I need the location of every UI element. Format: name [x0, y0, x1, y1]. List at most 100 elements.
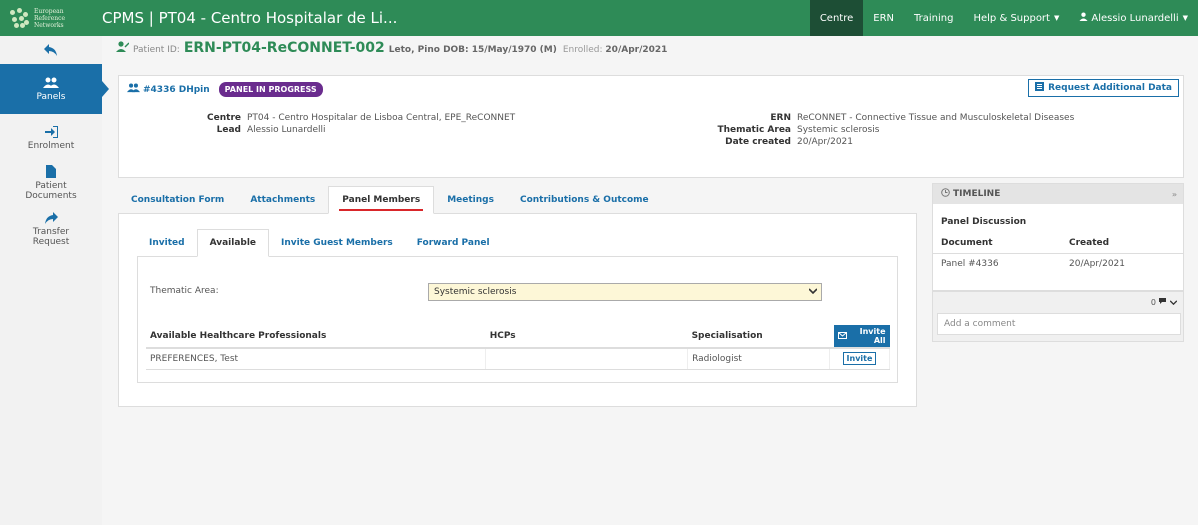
centre-field: Centre PT04 - Centro Hospitalar de Lisboa… [179, 113, 515, 124]
table-header-row: Available Healthcare Professionals HCPs … [146, 325, 890, 349]
user-icon [1079, 12, 1088, 24]
sign-in-icon [44, 125, 58, 139]
app-title: CPMS | PT04 - Centro Hospitalar de Li... [102, 9, 398, 27]
panel-tabs: Consultation Form Attachments Panel Memb… [118, 186, 917, 214]
tab-meetings[interactable]: Meetings [434, 186, 507, 214]
sidebar-item-label: Request [32, 236, 70, 247]
back-button[interactable] [0, 36, 102, 64]
panel-info-card: #4336 DHpin PANEL IN PROGRESS Request Ad… [118, 75, 1184, 178]
nav-training[interactable]: Training [904, 0, 963, 36]
request-additional-data-button[interactable]: Request Additional Data [1028, 79, 1179, 97]
document-icon [46, 165, 56, 179]
invite-cell: Invite [829, 348, 890, 370]
column-header: Specialisation [687, 325, 830, 349]
nav-user-menu[interactable]: Alessio Lunardelli ▼ [1069, 0, 1198, 36]
chevron-down-icon [808, 287, 818, 296]
hcp-name: PREFERENCES, Test [146, 348, 487, 370]
tab-label: Panel Members [342, 195, 421, 205]
sidebar-item-label: Patient [35, 181, 67, 191]
timeline-header[interactable]: TIMELINE » [933, 184, 1183, 204]
ern-logo-icon [8, 7, 30, 29]
status-badge: PANEL IN PROGRESS [218, 82, 323, 97]
ern-value: ReCONNET - Connective Tissue and Musculo… [797, 113, 1075, 123]
date-created-label: Date created [725, 137, 791, 147]
enrolled-date: 20/Apr/2021 [605, 45, 668, 55]
caret-down-icon: ▼ [1182, 14, 1188, 22]
subtab-invite-guest-members[interactable]: Invite Guest Members [269, 229, 405, 257]
timeline-document: Panel #4336 [941, 259, 999, 270]
patient-id: ERN-PT04-ReCONNET-002 [183, 40, 385, 56]
chevron-down-icon [1169, 298, 1178, 307]
add-comment-input[interactable]: Add a comment [937, 313, 1181, 335]
thematic-area-label: Thematic Area [717, 125, 791, 135]
date-created-field: Date created 20/Apr/2021 [709, 137, 853, 148]
date-created-value: 20/Apr/2021 [797, 137, 853, 147]
ern-logo-text: European Reference Networks [34, 7, 66, 29]
subtab-available[interactable]: Available [196, 229, 270, 260]
column-header: Document [933, 233, 1061, 254]
invite-button[interactable]: Invite [842, 352, 877, 366]
caret-down-icon: ▼ [1053, 14, 1060, 22]
sidebar-item-panels[interactable]: Panels [0, 64, 109, 114]
nav-centre[interactable]: Centre [809, 0, 864, 36]
timeline-table: Document Created Panel #4336 20/Apr/2021 [933, 233, 1183, 275]
tab-consultation-form[interactable]: Consultation Form [118, 186, 237, 214]
ern-logo[interactable]: European Reference Networks [0, 0, 100, 36]
subtab-forward-panel[interactable]: Forward Panel [405, 229, 502, 257]
sidebar: Panels Enrolment Patient Documents Trans… [0, 36, 109, 525]
hcp-specialisation: Radiologist [687, 348, 830, 370]
top-navbar: European Reference Networks CPMS | PT04 … [0, 0, 1198, 36]
comments-panel: 0 Add a comment [932, 291, 1184, 342]
centre-label: Centre [207, 113, 241, 123]
request-additional-data-label: Request Additional Data [1048, 83, 1172, 93]
comment-count[interactable]: 0 [1150, 297, 1178, 307]
enrolled-info: Enrolled: 20/Apr/2021 [563, 45, 668, 55]
members-subtabs: Invited Available Invite Guest Members F… [137, 229, 898, 260]
sidebar-item-enrolment[interactable]: Enrolment [0, 116, 102, 160]
enrolled-label: Enrolled: [562, 45, 603, 55]
subtab-invited[interactable]: Invited [137, 229, 197, 257]
nav-help-label: Help & Support [973, 12, 1050, 24]
users-icon [43, 77, 59, 90]
nav-help-support[interactable]: Help & Support ▼ [963, 0, 1069, 36]
thematic-area-field: Thematic Area Systemic sclerosis [709, 125, 879, 136]
table-header-row: Document Created [933, 233, 1183, 254]
column-header: Available Healthcare Professionals [146, 325, 486, 349]
column-header: HCPs [485, 325, 688, 349]
sidebar-item-label: Transfer [32, 226, 70, 237]
table-row: PREFERENCES, Test Radiologist Invite [146, 348, 890, 370]
subtab-label: Available [209, 238, 257, 248]
sidebar-item-label: Enrolment [27, 140, 75, 151]
collapse-toggle-icon[interactable]: » [1172, 190, 1177, 199]
patient-name-dob: Leto, Pino DOB: 15/May/1970 (M) [388, 45, 557, 55]
timeline-title: TIMELINE [953, 189, 1001, 199]
comment-icon [1158, 298, 1170, 307]
back-arrow-icon [44, 41, 58, 60]
active-tab-underline [339, 209, 424, 211]
timeline-panel: TIMELINE » Panel Discussion Document Cre… [932, 183, 1184, 291]
patient-header: Patient ID: ERN-PT04-ReCONNET-002 Leto, … [116, 40, 667, 62]
table-row[interactable]: Panel #4336 20/Apr/2021 [933, 253, 1183, 275]
available-members-panel: Thematic Area: Systemic sclerosis Availa… [137, 257, 898, 383]
thematic-area-selected: Systemic sclerosis [434, 287, 517, 297]
lead-label: Lead [216, 125, 241, 135]
tab-panel-members[interactable]: Panel Members [328, 186, 435, 214]
ern-field: ERN ReCONNET - Connective Tissue and Musc… [709, 113, 1074, 124]
tab-attachments[interactable]: Attachments [237, 186, 328, 214]
tab-contributions-outcome[interactable]: Contributions & Outcome [507, 186, 662, 214]
thematic-area-value: Systemic sclerosis [797, 125, 880, 135]
column-header: Created [1061, 233, 1183, 254]
ern-label: ERN [770, 113, 791, 123]
centre-value: PT04 - Centro Hospitalar de Lisboa Centr… [247, 113, 516, 123]
clock-icon [941, 188, 950, 200]
patient-id-label: Patient ID: [133, 45, 180, 55]
invite-all-button[interactable]: Invite All [833, 325, 890, 347]
nav-ern[interactable]: ERN [863, 0, 904, 36]
invite-all-label: Invite All [859, 327, 886, 345]
sidebar-item-patient-documents[interactable]: Patient Documents [0, 160, 102, 206]
timeline-section-title: Panel Discussion [941, 217, 1027, 227]
comment-count-value: 0 [1150, 298, 1156, 307]
timeline-created: 20/Apr/2021 [1069, 259, 1125, 270]
sidebar-item-transfer-request[interactable]: Transfer Request [0, 206, 102, 252]
thematic-area-select[interactable]: Systemic sclerosis [428, 283, 822, 301]
